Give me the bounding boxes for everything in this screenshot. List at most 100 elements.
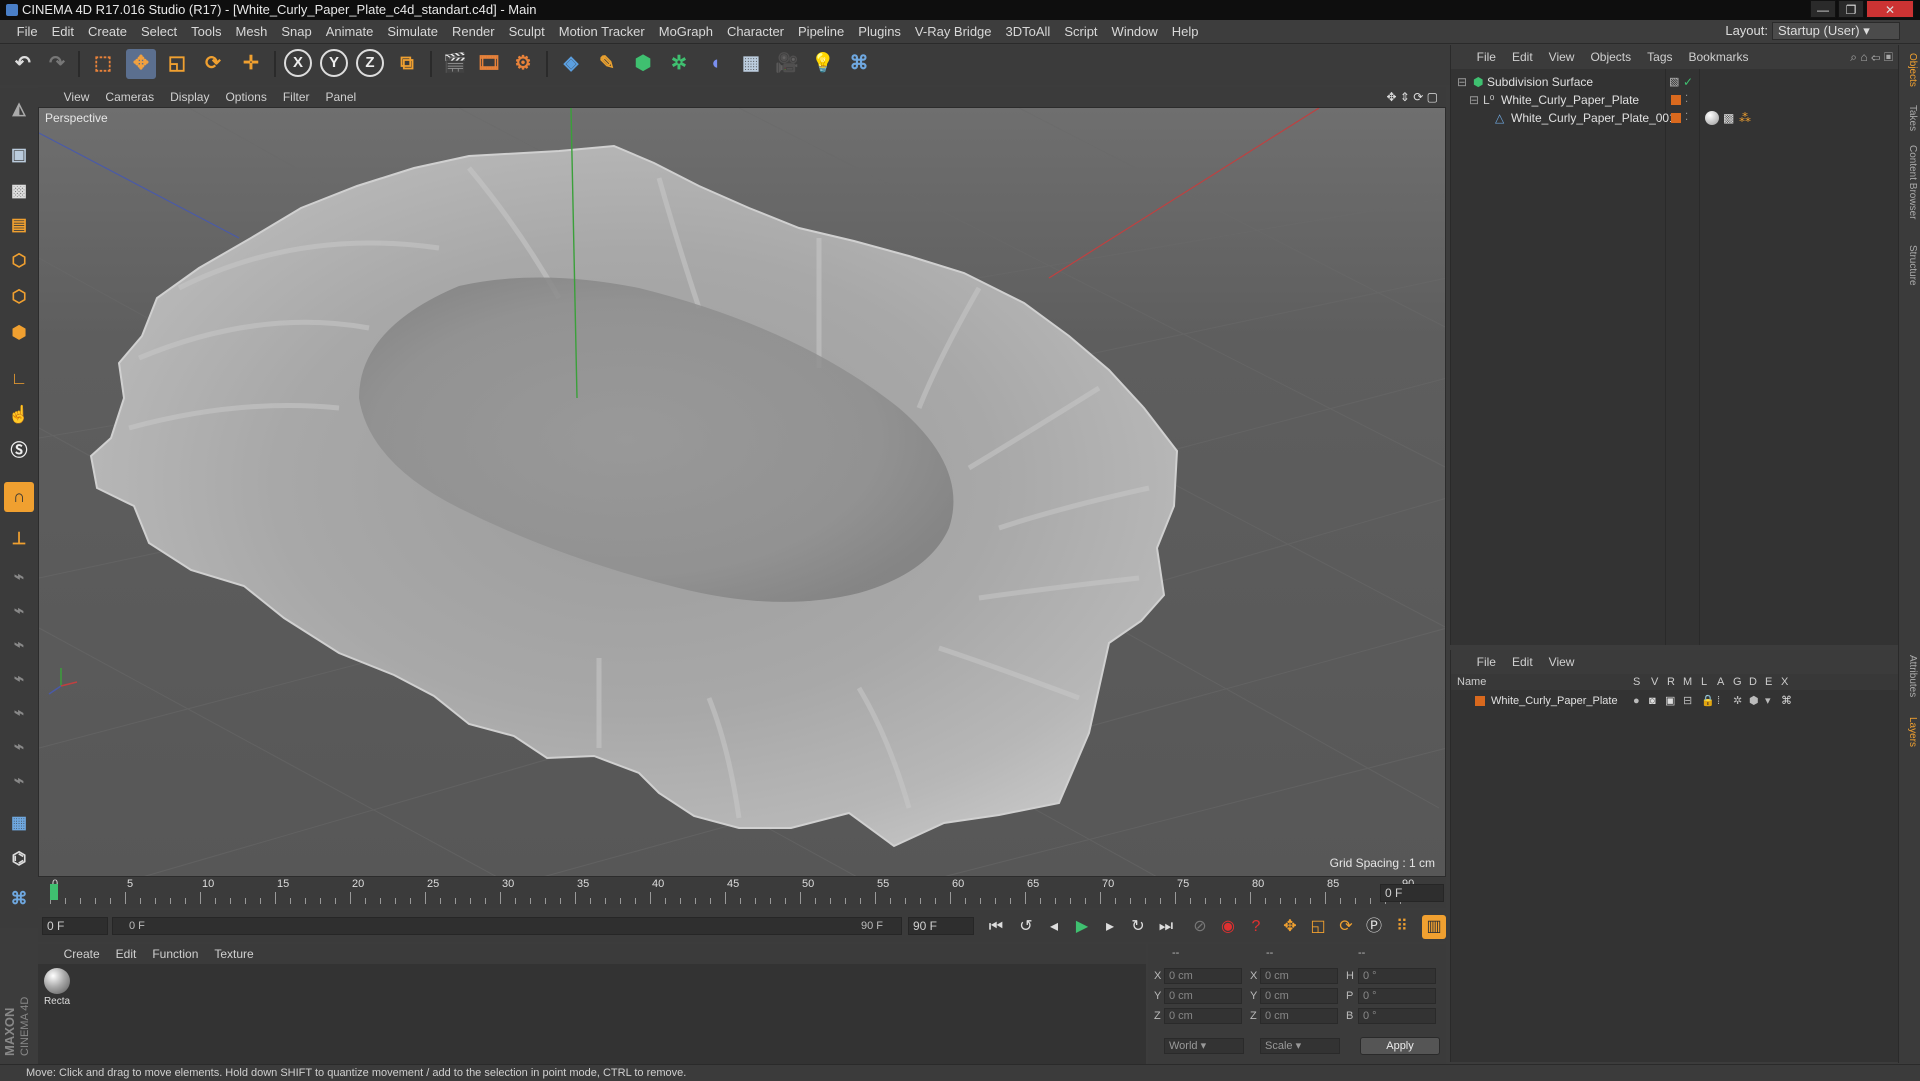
layer-menu-view[interactable]: View bbox=[1541, 650, 1583, 674]
sculpt-brush-4-icon[interactable]: ⌁ bbox=[4, 664, 34, 694]
render-settings-icon[interactable]: ⚙ bbox=[508, 49, 538, 79]
python-script-icon[interactable]: ⌘ bbox=[4, 884, 34, 914]
layer-menu-edit[interactable]: Edit bbox=[1504, 650, 1541, 674]
texture-mode-icon[interactable]: ▩ bbox=[4, 176, 34, 206]
timeline-snap-icon[interactable]: ⌬ bbox=[4, 844, 34, 874]
object-menu-file[interactable]: File bbox=[1469, 45, 1504, 69]
material-tag-icon[interactable] bbox=[1705, 111, 1719, 125]
key-parameter-icon[interactable]: Ⓟ bbox=[1362, 915, 1386, 939]
z-axis-lock-button[interactable]: Z bbox=[356, 49, 384, 77]
sculpt-brush-7-icon[interactable]: ⌁ bbox=[4, 766, 34, 796]
y-axis-lock-button[interactable]: Y bbox=[320, 49, 348, 77]
visibility-icon[interactable]: ▧ bbox=[1669, 73, 1679, 91]
material-menu-texture[interactable]: Texture bbox=[206, 944, 261, 964]
menu-help[interactable]: Help bbox=[1165, 20, 1206, 44]
material-menu-edit[interactable]: Edit bbox=[108, 944, 145, 964]
object-menu-view[interactable]: View bbox=[1541, 45, 1583, 69]
viewport-menu-view[interactable]: View bbox=[56, 87, 98, 107]
phong-tag-icon[interactable]: ⁂ bbox=[1739, 109, 1751, 127]
menu-mesh[interactable]: Mesh bbox=[229, 20, 275, 44]
menu-character[interactable]: Character bbox=[720, 20, 791, 44]
menu-vray-bridge[interactable]: V-Ray Bridge bbox=[908, 20, 999, 44]
magnet-icon[interactable]: ∩ bbox=[4, 482, 34, 512]
object-menu-tags[interactable]: Tags bbox=[1639, 45, 1680, 69]
object-menu-bookmarks[interactable]: Bookmarks bbox=[1681, 45, 1757, 69]
menu-plugins[interactable]: Plugins bbox=[851, 20, 908, 44]
visibility-dots-icon[interactable]: ⁚ bbox=[1685, 91, 1688, 109]
key-position-icon[interactable]: ✥ bbox=[1278, 915, 1302, 939]
timeline-layout-icon[interactable]: ▥ bbox=[1422, 915, 1446, 939]
layer-xref-icon[interactable]: ⌘ bbox=[1781, 692, 1792, 710]
deformer-icon[interactable]: ◖ bbox=[700, 49, 730, 79]
layer-manager-icon[interactable]: ⊟ bbox=[1683, 692, 1692, 710]
points-mode-icon[interactable]: ⬡ bbox=[4, 246, 34, 276]
autokey-icon[interactable]: ◉ bbox=[1216, 915, 1240, 939]
perspective-viewport[interactable]: Perspective Grid Spacing : 1 cm bbox=[38, 107, 1446, 877]
render-picture-viewer-icon[interactable]: 🎞 bbox=[474, 49, 504, 79]
sculpt-brush-5-icon[interactable]: ⌁ bbox=[4, 698, 34, 728]
rotate-tool-icon[interactable]: ⟳ bbox=[198, 49, 228, 79]
menu-simulate[interactable]: Simulate bbox=[380, 20, 445, 44]
start-frame-field[interactable]: 0 F bbox=[42, 917, 108, 935]
menu-sculpt[interactable]: Sculpt bbox=[502, 20, 552, 44]
scale-tool-icon[interactable]: ◱ bbox=[162, 49, 192, 79]
layer-view-icon[interactable]: ◙ bbox=[1649, 692, 1656, 710]
locked-workplane-icon[interactable]: ⊥ bbox=[4, 524, 34, 554]
x-axis-lock-button[interactable]: X bbox=[284, 49, 312, 77]
python-icon[interactable]: ⌘ bbox=[844, 49, 874, 79]
sculpt-brush-6-icon[interactable]: ⌁ bbox=[4, 732, 34, 762]
layer-deformers-icon[interactable]: ⬢ bbox=[1749, 692, 1759, 710]
edges-mode-icon[interactable]: ⬡ bbox=[4, 282, 34, 312]
menu-motion-tracker[interactable]: Motion Tracker bbox=[552, 20, 652, 44]
axis-mode-icon[interactable]: ∟ bbox=[4, 364, 34, 394]
sculpt-brush-3-icon[interactable]: ⌁ bbox=[4, 630, 34, 660]
key-scale-icon[interactable]: ◱ bbox=[1306, 915, 1330, 939]
menu-create[interactable]: Create bbox=[81, 20, 134, 44]
move-tool-icon[interactable]: ✥ bbox=[126, 49, 156, 79]
light-icon[interactable]: 💡 bbox=[808, 49, 838, 79]
previous-frame-icon[interactable]: ◂ bbox=[1042, 915, 1066, 939]
uvw-tag-icon[interactable]: ▩ bbox=[1723, 109, 1734, 127]
coordinate-system-icon[interactable]: ⧉ bbox=[392, 49, 422, 79]
record-keys-icon[interactable]: ⊘ bbox=[1188, 915, 1212, 939]
position-z-field[interactable]: 0 cm bbox=[1164, 1008, 1242, 1024]
workplane-mode-icon[interactable]: ▤ bbox=[4, 210, 34, 240]
tweak-mode-icon[interactable]: ☝ bbox=[4, 400, 34, 430]
viewport-navigation-icons[interactable]: ✥ ⇕ ⟳ ▢ bbox=[1386, 87, 1438, 107]
camera-icon[interactable]: 🎥 bbox=[772, 49, 802, 79]
viewport-menu-cameras[interactable]: Cameras bbox=[97, 87, 162, 107]
menu-mograph[interactable]: MoGraph bbox=[652, 20, 720, 44]
grid-lock-icon[interactable]: ▦ bbox=[4, 808, 34, 838]
tab-attributes[interactable]: Attributes bbox=[1902, 655, 1918, 697]
layer-row[interactable]: White_Curly_Paper_Plate ● ◙ ▣ ⊟ 🔒 ⁞ ✲ ⬢ … bbox=[1451, 692, 1899, 710]
layer-generators-icon[interactable]: ✲ bbox=[1733, 692, 1742, 710]
subdivision-surface-icon[interactable]: ⬢ bbox=[628, 49, 658, 79]
rotation-p-field[interactable]: 0 ° bbox=[1358, 988, 1436, 1004]
material-menu-create[interactable]: Create bbox=[56, 944, 108, 964]
timeline-ruler[interactable]: 051015202530354045505560657075808590 0 F bbox=[38, 878, 1446, 908]
size-z-field[interactable]: 0 cm bbox=[1260, 1008, 1338, 1024]
menu-snap[interactable]: Snap bbox=[274, 20, 318, 44]
visibility-dots-icon[interactable]: ⁚ bbox=[1685, 109, 1688, 127]
layer-color-swatch[interactable] bbox=[1475, 696, 1485, 706]
previous-key-icon[interactable]: ↺ bbox=[1014, 915, 1038, 939]
layout-dropdown[interactable]: Startup (User) ▾ bbox=[1772, 22, 1900, 40]
next-frame-icon[interactable]: ▸ bbox=[1098, 915, 1122, 939]
close-button[interactable]: ✕ bbox=[1866, 0, 1914, 18]
expand-icon[interactable]: ⊟ bbox=[1469, 91, 1479, 109]
go-to-end-icon[interactable]: ⏭ bbox=[1154, 915, 1178, 939]
make-editable-icon[interactable]: ◭ bbox=[4, 94, 34, 124]
menu-render[interactable]: Render bbox=[445, 20, 502, 44]
object-row-subdivision-surface[interactable]: ⊟ ⬢ Subdivision Surface ▧ ✓ bbox=[1451, 73, 1899, 91]
size-x-field[interactable]: 0 cm bbox=[1260, 968, 1338, 984]
layer-solo-icon[interactable]: ● bbox=[1633, 692, 1640, 710]
material-menu-function[interactable]: Function bbox=[144, 944, 206, 964]
undo-icon[interactable]: ↶ bbox=[8, 49, 38, 79]
apply-button[interactable]: Apply bbox=[1360, 1037, 1440, 1055]
position-y-field[interactable]: 0 cm bbox=[1164, 988, 1242, 1004]
redo-icon[interactable]: ↷ bbox=[42, 49, 72, 79]
menu-file[interactable]: File bbox=[10, 20, 45, 44]
menu-animate[interactable]: Animate bbox=[319, 20, 381, 44]
tab-structure[interactable]: Structure bbox=[1902, 245, 1918, 286]
playhead-marker[interactable] bbox=[50, 884, 58, 900]
